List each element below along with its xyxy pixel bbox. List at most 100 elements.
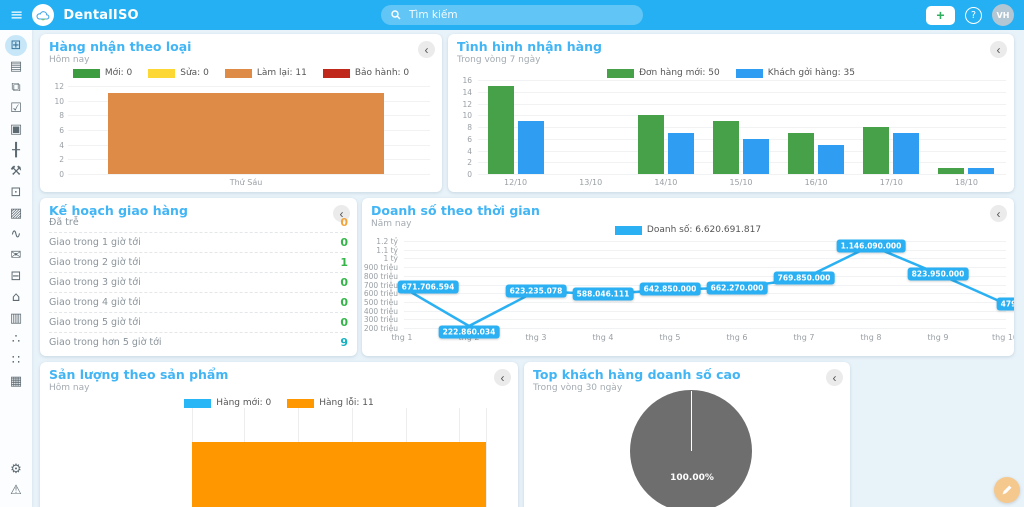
menu-icon[interactable]: ≡ [10, 7, 23, 23]
y-axis-tick: 400 triệu [362, 307, 398, 316]
y-axis-tick: 2 [40, 155, 64, 164]
delivery-row-label: Giao trong 2 giờ tới [49, 257, 141, 268]
bar [893, 133, 919, 174]
gridline [404, 319, 1006, 320]
sidebar-item-flow[interactable]: ∴ [5, 329, 27, 350]
app-logo[interactable] [32, 4, 54, 26]
x-axis-label: 16/10 [779, 178, 854, 187]
edit-fab[interactable] [994, 477, 1020, 503]
avatar[interactable]: VH [992, 4, 1014, 26]
pencil-icon [1001, 484, 1013, 496]
bar [713, 121, 739, 174]
gridline [478, 139, 1006, 140]
collapse-panel-button[interactable]: ‹ [826, 369, 843, 386]
delivery-row: Giao trong 2 giờ tới1 [49, 252, 348, 273]
sidebar-item-report[interactable]: ▥ [5, 308, 27, 329]
x-axis-label: thg 7 [780, 333, 828, 342]
sidebar-item-settings[interactable]: ⚙ [5, 459, 27, 480]
sidebar-item-workflow[interactable]: ╂ [5, 140, 27, 161]
sidebar-item-orders[interactable]: ▤ [5, 56, 27, 77]
y-axis-tick: 600 triệu [362, 289, 398, 298]
dashboard-page: ≡ DentalISO + ? VH ⊞▤⧉☑▣╂⚒⊡▨∿✉⊟⌂▥∴∷▦ ⚙⚠ [0, 0, 1024, 507]
y-axis-tick: 12 [448, 100, 472, 109]
y-axis-tick: 6 [448, 135, 472, 144]
search-bar[interactable] [381, 5, 643, 25]
gridline [478, 80, 1006, 81]
y-axis-tick: 500 triệu [362, 298, 398, 307]
x-axis-label: thg 6 [713, 333, 761, 342]
sidebar-item-documents[interactable]: ⧉ [5, 77, 27, 98]
gridline [404, 250, 1006, 251]
legend-item[interactable]: Đơn hàng mới: 50 [607, 68, 720, 78]
legend-item[interactable]: Hàng mới: 0 [184, 398, 271, 408]
chart-legend: Đơn hàng mới: 50 Khách gởi hàng: 35 [448, 68, 1014, 78]
add-button[interactable]: + [926, 6, 955, 25]
bar [488, 86, 514, 174]
sidebar-item-factory[interactable]: ⌂ [5, 287, 27, 308]
bar [818, 145, 844, 174]
delivery-row: Giao trong 4 giờ tới0 [49, 292, 348, 313]
bar [108, 93, 384, 174]
legend-label: Hàng mới: 0 [216, 398, 271, 408]
y-axis-tick: 12 [40, 82, 64, 91]
gridline [404, 285, 1006, 286]
sidebar-item-trend[interactable]: ∿ [5, 224, 27, 245]
panel-subtitle: Trong vòng 30 ngày [533, 383, 622, 393]
delivery-row: Giao trong 1 giờ tới0 [49, 232, 348, 253]
collapse-panel-button[interactable]: ‹ [990, 41, 1007, 58]
sidebar-item-calendar[interactable]: ▣ [5, 119, 27, 140]
chevron-left-icon: ‹ [833, 372, 837, 384]
gridline [478, 115, 1006, 116]
sidebar-item-schedule-check[interactable]: ☑ [5, 98, 27, 119]
legend-label: Bảo hành: 0 [355, 68, 409, 78]
legend-item[interactable]: Bảo hành: 0 [323, 68, 409, 78]
sidebar-item-archive[interactable]: ⊟ [5, 266, 27, 287]
y-axis-tick: 200 triệu [362, 324, 398, 333]
data-label-chip: 823.950.000 [908, 267, 969, 280]
sidebar-item-mail[interactable]: ✉ [5, 245, 27, 266]
collapse-panel-button[interactable]: ‹ [494, 369, 511, 386]
delivery-row-value: 0 [340, 296, 348, 309]
collapse-panel-button[interactable]: ‹ [418, 41, 435, 58]
sidebar-item-alerts[interactable]: ⚠ [5, 480, 27, 501]
flow-icon: ∴ [12, 332, 20, 347]
legend-item[interactable]: Làm lại: 11 [225, 68, 307, 78]
help-button[interactable]: ? [965, 7, 982, 24]
sidebar-item-machine[interactable]: ⚒ [5, 161, 27, 182]
panel-title: Hàng nhận theo loại [49, 39, 191, 54]
sidebar-item-plan[interactable]: ▨ [5, 203, 27, 224]
legend-swatch [287, 399, 314, 408]
factory-icon: ⌂ [12, 290, 20, 305]
collapse-panel-button[interactable]: ‹ [990, 205, 1007, 222]
y-axis-tick: 0 [40, 170, 64, 179]
legend-label: Hàng lỗi: 11 [319, 398, 373, 408]
panel-revenue-over-time: Doanh số theo thời gian Năm nay ‹ Doanh … [362, 198, 1014, 356]
y-axis-tick: 1 tỷ [362, 254, 398, 263]
connector-icon: ∷ [12, 353, 20, 368]
y-axis-tick: 6 [40, 126, 64, 135]
legend-item[interactable]: Doanh số: 6.620.691.817 [615, 225, 761, 235]
y-axis-tick: 10 [448, 111, 472, 120]
plus-icon: + [936, 8, 944, 22]
delivery-row-value: 0 [340, 276, 348, 289]
legend-item[interactable]: Hàng lỗi: 11 [287, 398, 373, 408]
sidebar-item-connector[interactable]: ∷ [5, 350, 27, 371]
legend-item[interactable]: Khách gởi hàng: 35 [736, 68, 855, 78]
x-axis-label: thg 5 [646, 333, 694, 342]
legend-item[interactable]: Sửa: 0 [148, 68, 209, 78]
y-axis-tick: 4 [448, 147, 472, 156]
search-input[interactable] [407, 8, 633, 22]
data-label-chip: 671.706.594 [398, 280, 459, 293]
sidebar-item-scan[interactable]: ⊡ [5, 182, 27, 203]
delivery-row-value: 0 [340, 216, 348, 229]
bar [968, 168, 994, 174]
panel-title: Doanh số theo thời gian [371, 203, 540, 218]
data-label-chip: 623.235.078 [506, 285, 567, 298]
sidebar-item-company[interactable]: ▦ [5, 371, 27, 392]
x-axis-label: thg 10 [981, 333, 1014, 342]
delivery-row-value: 0 [340, 236, 348, 249]
sidebar-item-dashboard[interactable]: ⊞ [5, 35, 27, 56]
cloud-icon [36, 10, 50, 21]
data-label-chip: 588.046.111 [573, 288, 634, 301]
legend-item[interactable]: Mới: 0 [73, 68, 132, 78]
